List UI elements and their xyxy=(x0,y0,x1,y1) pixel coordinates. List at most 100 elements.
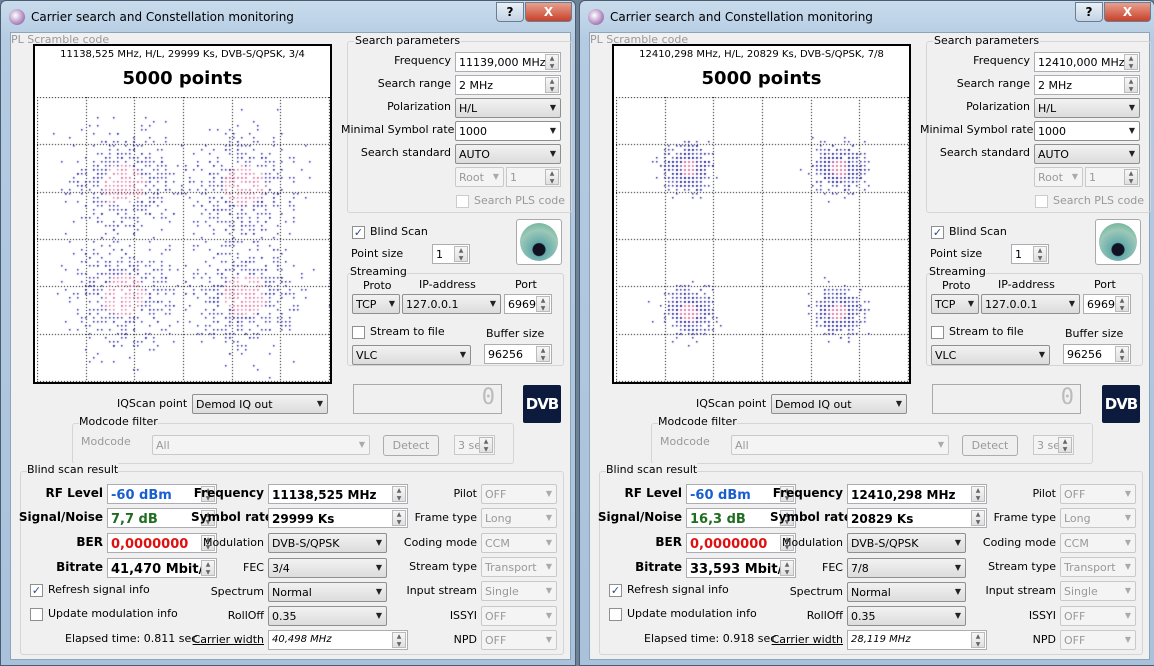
input-stream-select[interactable]: Single ▼ xyxy=(1060,581,1136,602)
result-frequency-field[interactable]: 11138,525 MHz ▲ ▼ xyxy=(268,484,408,504)
pl-code-field[interactable]: 1 ▲ ▼ xyxy=(506,167,561,187)
spinner-arrows-icon[interactable]: ▲ ▼ xyxy=(545,169,559,185)
search-range-field[interactable]: 2 MHz ▲ ▼ xyxy=(455,75,561,95)
pl-root-select[interactable]: Root ▼ xyxy=(1034,167,1083,187)
blind-scan-checkbox[interactable]: ✓ xyxy=(931,226,944,239)
player-select-value: VLC xyxy=(935,349,957,362)
frame-type-select[interactable]: Long ▼ xyxy=(481,508,557,529)
search-pls-code-checkbox[interactable] xyxy=(456,195,469,208)
stream-to-file-checkbox[interactable] xyxy=(931,326,944,339)
chevron-down-icon: ▼ xyxy=(1038,350,1045,359)
polarization-select[interactable]: H/L ▼ xyxy=(455,98,561,118)
result-frequency-field[interactable]: 12410,298 MHz ▲ ▼ xyxy=(847,484,987,504)
point-size-field[interactable]: 1 ▲ ▼ xyxy=(1011,244,1049,264)
min-symbol-rate-select[interactable]: 1000 ▼ xyxy=(1034,121,1140,141)
polarization-select[interactable]: H/L ▼ xyxy=(1034,98,1140,118)
proto-label: Proto xyxy=(363,279,392,292)
rolloff-select[interactable]: 0.35 ▼ xyxy=(847,606,966,626)
result-symbol-rate-field[interactable]: 29999 Ks ▲ ▼ xyxy=(268,508,408,528)
pl-code-field[interactable]: 1 ▲ ▼ xyxy=(1085,167,1140,187)
spinner-arrows-icon[interactable]: ▲ ▼ xyxy=(536,346,550,362)
carrier-width-field[interactable]: 28,119 MHz ▲ ▼ xyxy=(847,630,987,650)
coding-mode-select[interactable]: CCM ▼ xyxy=(481,532,557,553)
help-button[interactable]: ? xyxy=(496,2,524,22)
min-symbol-rate-select[interactable]: 1000 ▼ xyxy=(455,121,561,141)
result-symbol-rate-field[interactable]: 20829 Ks ▲ ▼ xyxy=(847,508,987,528)
spinner-arrows-icon[interactable]: ▲ ▼ xyxy=(545,77,559,93)
spinner-arrows-icon[interactable]: ▲ ▼ xyxy=(454,246,468,262)
port-field[interactable]: 6969 ▲ ▼ xyxy=(1083,294,1131,314)
result-symbol-rate-field-value: 29999 Ks xyxy=(272,512,335,526)
input-stream-select[interactable]: Single ▼ xyxy=(481,581,557,602)
close-button[interactable]: X xyxy=(1104,2,1151,22)
iqscan-point-select[interactable]: Demod IQ out ▼ xyxy=(771,394,907,414)
pl-root-select[interactable]: Root ▼ xyxy=(455,167,504,187)
pilot-select[interactable]: OFF ▼ xyxy=(481,484,557,504)
fec-select[interactable]: 3/4 ▼ xyxy=(268,558,387,578)
spinner-arrows-icon[interactable]: ▲ ▼ xyxy=(1124,54,1138,70)
search-pls-code-checkbox[interactable] xyxy=(1035,195,1048,208)
pilot-select[interactable]: OFF ▼ xyxy=(1060,484,1136,504)
stream-to-file-checkbox[interactable] xyxy=(352,326,365,339)
dialog-window: Carrier search and Constellation monitor… xyxy=(0,0,576,666)
search-range-field[interactable]: 2 MHz ▲ ▼ xyxy=(1034,75,1140,95)
modulation-select[interactable]: DVB-S/QPSK ▼ xyxy=(268,533,387,553)
coding-mode-select[interactable]: CCM ▼ xyxy=(1060,532,1136,553)
search-standard-select[interactable]: AUTO ▼ xyxy=(1034,144,1140,164)
buffer-size-field[interactable]: 96256 ▲ ▼ xyxy=(1063,344,1131,364)
spinner-arrows-icon[interactable]: ▲ ▼ xyxy=(545,54,559,70)
spectrum-select[interactable]: Normal ▼ xyxy=(847,582,966,602)
spinner-arrows-icon[interactable]: ▲ ▼ xyxy=(536,296,550,312)
refresh-signal-info-checkbox[interactable]: ✓ xyxy=(30,584,43,597)
spinner-arrows-icon[interactable]: ▲ ▼ xyxy=(1124,169,1138,185)
update-modulation-info-checkbox[interactable] xyxy=(609,608,622,621)
npd-select[interactable]: OFF ▼ xyxy=(481,629,557,650)
spinner-arrows-icon[interactable]: ▲ ▼ xyxy=(1124,77,1138,93)
buffer-size-field[interactable]: 96256 ▲ ▼ xyxy=(484,344,552,364)
ip-address-select[interactable]: 127.0.0.1 ▼ xyxy=(981,294,1080,314)
stream-to-file-checkbox-label: Stream to file xyxy=(949,325,1024,338)
carrier-width-link[interactable]: Carrier width xyxy=(770,633,843,646)
update-modulation-info-checkbox[interactable] xyxy=(30,608,43,621)
dvb-logo: DVB xyxy=(523,385,561,423)
npd-select[interactable]: OFF ▼ xyxy=(1060,629,1136,650)
proto-select[interactable]: TCP ▼ xyxy=(931,294,979,314)
issyi-select[interactable]: OFF ▼ xyxy=(1060,605,1136,626)
frequency-field[interactable]: 12410,000 MHz ▲ ▼ xyxy=(1034,52,1140,72)
rolloff-select[interactable]: 0.35 ▼ xyxy=(268,606,387,626)
spinner-arrows-icon[interactable]: ▲ ▼ xyxy=(479,437,493,453)
modcode-select[interactable]: All ▼ xyxy=(152,435,370,455)
search-standard-select[interactable]: AUTO ▼ xyxy=(455,144,561,164)
carrier-width-link[interactable]: Carrier width xyxy=(191,633,264,646)
stream-type-select[interactable]: Transport ▼ xyxy=(481,556,557,577)
close-button[interactable]: X xyxy=(525,2,572,22)
label: Search standard xyxy=(360,146,451,159)
modulation-select[interactable]: DVB-S/QPSK ▼ xyxy=(847,533,966,553)
help-button[interactable]: ? xyxy=(1075,2,1103,22)
spinner-arrows-icon[interactable]: ▲ ▼ xyxy=(1115,346,1129,362)
spectrum-select[interactable]: Normal ▼ xyxy=(268,582,387,602)
player-select[interactable]: VLC ▼ xyxy=(931,345,1050,365)
frequency-field[interactable]: 11139,000 MHz ▲ ▼ xyxy=(455,52,561,72)
spinner-arrows-icon[interactable]: ▲ ▼ xyxy=(1115,296,1129,312)
spinner-arrows-icon[interactable]: ▲ ▼ xyxy=(1058,437,1072,453)
ip-address-select[interactable]: 127.0.0.1 ▼ xyxy=(402,294,501,314)
stream-type-select[interactable]: Transport ▼ xyxy=(1060,556,1136,577)
fec-select[interactable]: 7/8 ▼ xyxy=(847,558,966,578)
detect-button[interactable]: Detect xyxy=(383,435,439,456)
modcode-select[interactable]: All ▼ xyxy=(731,435,949,455)
refresh-signal-info-checkbox[interactable]: ✓ xyxy=(609,584,622,597)
point-size-field[interactable]: 1 ▲ ▼ xyxy=(432,244,470,264)
port-field[interactable]: 6969 ▲ ▼ xyxy=(504,294,552,314)
detect-time-field[interactable]: 3 sec ▲ ▼ xyxy=(454,435,495,455)
issyi-select[interactable]: OFF ▼ xyxy=(481,605,557,626)
iqscan-point-select[interactable]: Demod IQ out ▼ xyxy=(192,394,328,414)
proto-select[interactable]: TCP ▼ xyxy=(352,294,400,314)
detect-time-field[interactable]: 3 sec ▲ ▼ xyxy=(1033,435,1074,455)
carrier-width-field[interactable]: 40,498 MHz ▲ ▼ xyxy=(268,630,408,650)
frame-type-select[interactable]: Long ▼ xyxy=(1060,508,1136,529)
player-select[interactable]: VLC ▼ xyxy=(352,345,471,365)
spinner-arrows-icon[interactable]: ▲ ▼ xyxy=(1033,246,1047,262)
detect-button[interactable]: Detect xyxy=(962,435,1018,456)
blind-scan-checkbox[interactable]: ✓ xyxy=(352,226,365,239)
